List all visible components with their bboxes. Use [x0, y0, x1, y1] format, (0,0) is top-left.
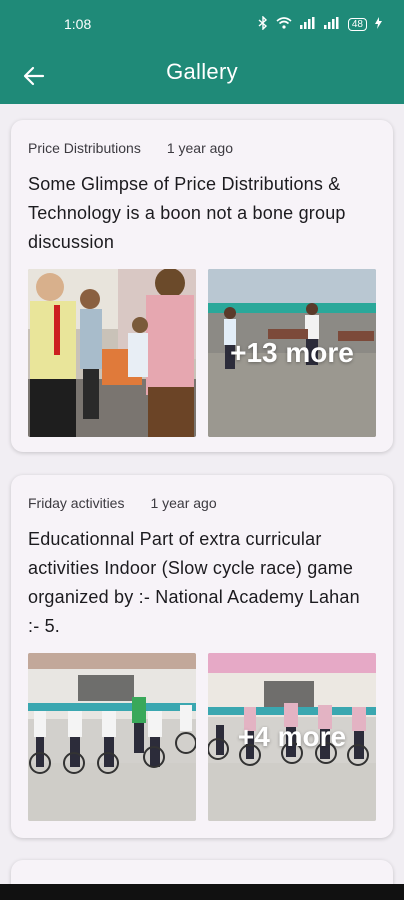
app-bar: Gallery — [0, 48, 404, 104]
battery-icon: 48 — [347, 17, 367, 31]
card-time: 1 year ago — [150, 495, 217, 511]
card-thumbnails: +13 more — [28, 269, 376, 437]
battery-level: 48 — [351, 18, 363, 30]
card-title: Educationnal Part of extra curricular ac… — [28, 529, 360, 636]
gallery-thumbnail[interactable] — [28, 653, 196, 821]
card-category: Friday activities — [28, 495, 125, 511]
gallery-thumbnail[interactable] — [28, 269, 196, 437]
card-meta: Price Distributions 1 year ago — [28, 138, 376, 158]
more-photos-count: +4 more — [237, 721, 347, 752]
card-time: 1 year ago — [166, 140, 233, 156]
card-category: Price Distributions — [28, 140, 141, 156]
card-meta: Friday activities 1 year ago — [28, 493, 376, 513]
signal-icon — [323, 16, 340, 32]
status-time: 1:08 — [64, 16, 92, 32]
gallery-card[interactable] — [11, 860, 393, 884]
gallery-thumbnail[interactable]: +13 more — [208, 269, 376, 437]
back-button[interactable] — [18, 60, 50, 92]
gallery-thumbnail[interactable]: +4 more — [208, 653, 376, 821]
wifi-icon — [276, 16, 292, 32]
card-title: Some Glimpse of Price Distributions & Te… — [28, 174, 346, 252]
signal-icon — [299, 16, 316, 32]
more-photos-count: +13 more — [230, 337, 354, 368]
system-navigation-bar — [0, 884, 404, 900]
gallery-list[interactable]: Price Distributions 1 year ago Some Glim… — [0, 104, 404, 884]
status-bar: 1:08 48 — [0, 0, 404, 48]
bluetooth-icon — [258, 14, 268, 33]
arrow-left-icon — [23, 66, 45, 86]
card-thumbnails: +4 more — [28, 653, 376, 821]
gallery-card[interactable]: Friday activities 1 year ago Educationna… — [11, 475, 393, 838]
status-icons: 48 — [258, 14, 382, 33]
charging-icon — [375, 16, 382, 32]
page-title: Gallery — [166, 59, 238, 84]
gallery-card[interactable]: Price Distributions 1 year ago Some Glim… — [11, 120, 393, 452]
